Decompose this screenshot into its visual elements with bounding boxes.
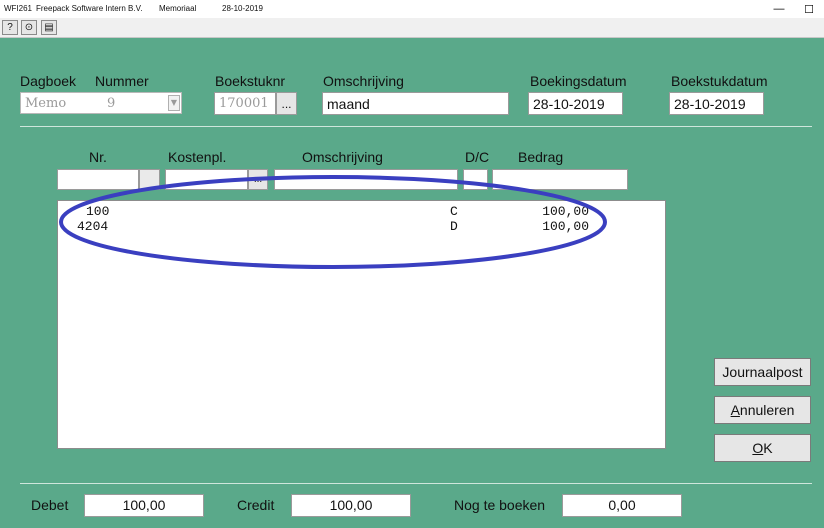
col-nr-label: Nr. <box>89 149 107 165</box>
boekstukdatum-value: 28-10-2019 <box>674 96 746 112</box>
boekingsdatum-field[interactable]: 28-10-2019 <box>528 92 623 115</box>
nog-te-boeken-value: 0,00 <box>562 494 682 517</box>
boekingsdatum-label: Boekingsdatum <box>530 73 627 89</box>
dagboek-select[interactable]: Memo 9 ▼ <box>20 92 182 114</box>
header-divider <box>20 126 812 127</box>
col-kostenpl-label: Kostenpl. <box>168 149 227 165</box>
boekstuknr-field[interactable]: 170001 <box>214 92 276 115</box>
journaalpost-button[interactable]: Journaalpost <box>714 358 811 386</box>
col-dc-label: D/C <box>465 149 490 165</box>
window-module: Memoriaal <box>159 4 197 13</box>
print-icon[interactable]: ▤ <box>41 20 57 35</box>
boekstukdatum-label: Boekstukdatum <box>671 73 768 89</box>
debet-value: 100,00 <box>84 494 204 517</box>
annuleren-button[interactable]: Annuleren <box>714 396 811 424</box>
boekingsdatum-value: 28-10-2019 <box>533 96 605 112</box>
help-icon[interactable]: ? <box>2 20 18 35</box>
debet-label: Debet <box>31 497 69 513</box>
dagboek-label: Dagboek <box>20 73 77 89</box>
boekstuknr-browse-button[interactable]: ... <box>276 92 297 115</box>
boekstukdatum-field[interactable]: 28-10-2019 <box>669 92 764 115</box>
toolbar: ? ⊙ ▤ <box>0 18 824 38</box>
omschrijving-label: Omschrijving <box>323 73 404 89</box>
omschrijving-field[interactable]: maand <box>322 92 509 115</box>
window-company: Freepack Software Intern B.V. <box>36 4 143 13</box>
nummer-value: 9 <box>107 96 116 111</box>
chevron-down-icon[interactable]: ▼ <box>168 95 180 111</box>
window-date: 28-10-2019 <box>222 4 263 13</box>
nummer-label: Nummer <box>95 73 149 89</box>
title-bar: WFI261 Freepack Software Intern B.V. Mem… <box>0 0 824 18</box>
maximize-icon[interactable]: ☐ <box>794 0 824 18</box>
boekstuknr-label: Boekstuknr <box>215 73 286 89</box>
dagboek-value: Memo <box>25 96 67 111</box>
minimize-icon[interactable]: — <box>764 0 794 18</box>
binoculars-icon[interactable]: ⊙ <box>21 20 37 35</box>
ok-button[interactable]: OK <box>714 434 811 462</box>
nog-te-boeken-label: Nog te boeken <box>454 497 546 513</box>
omschrijving-value: maand <box>327 96 370 112</box>
window-code: WFI261 <box>4 4 33 13</box>
footer-divider <box>20 483 812 484</box>
col-bedrag-label: Bedrag <box>518 149 564 165</box>
boekstuknr-value: 170001 <box>219 96 269 111</box>
col-omschrijving-label: Omschrijving <box>302 149 383 165</box>
credit-label: Credit <box>237 497 275 513</box>
highlight-ellipse <box>59 175 607 269</box>
credit-value: 100,00 <box>291 494 411 517</box>
